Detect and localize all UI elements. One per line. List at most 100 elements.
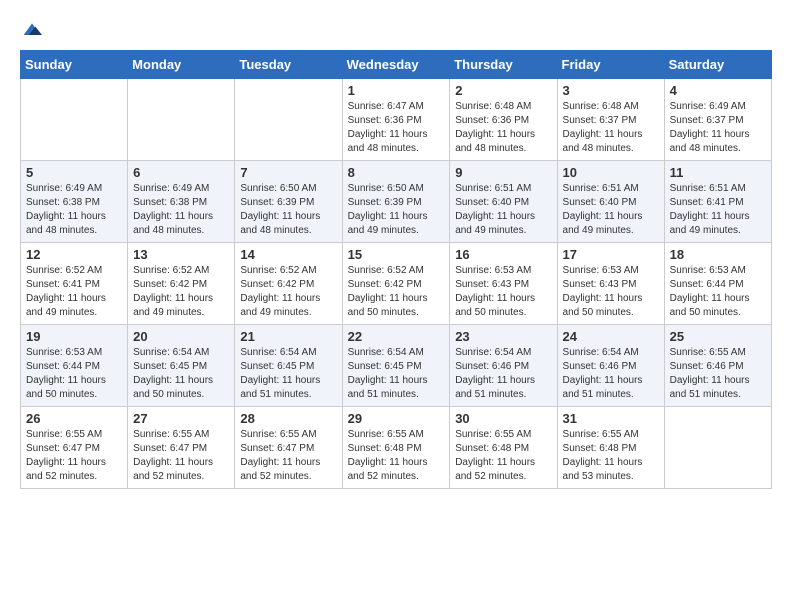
calendar-cell: 31 Sunrise: 6:55 AM Sunset: 6:48 PM Dayli… (557, 407, 664, 489)
calendar-cell: 5Sunrise: 6:49 AM Sunset: 6:38 PM Daylig… (21, 161, 128, 243)
calendar-cell: 25 Sunrise: 6:55 AM Sunset: 6:46 PM Dayli… (664, 325, 771, 407)
day-info: Sunrise: 6:55 AM Sunset: 6:47 PM Dayligh… (133, 428, 229, 484)
day-number: 16 (455, 247, 551, 262)
day-header-monday: Monday (128, 51, 235, 79)
day-number: 17 (563, 247, 659, 262)
calendar-cell: 16 Sunrise: 6:53 AM Sunset: 6:43 PM Dayli… (450, 243, 557, 325)
day-number: 14 (240, 247, 336, 262)
day-number: 19 (26, 329, 122, 344)
calendar-cell: 15 Sunrise: 6:52 AM Sunset: 6:42 PM Dayli… (342, 243, 450, 325)
day-info: Sunrise: 6:55 AM Sunset: 6:48 PM Dayligh… (348, 428, 445, 484)
day-number: 20 (133, 329, 229, 344)
calendar-cell: 10Sunrise: 6:51 AM Sunset: 6:40 PM Dayli… (557, 161, 664, 243)
day-number: 31 (563, 411, 659, 426)
day-info: Sunrise: 6:54 AM Sunset: 6:45 PM Dayligh… (348, 346, 445, 402)
day-number: 11 (670, 165, 766, 180)
day-number: 6 (133, 165, 229, 180)
day-info: Sunrise: 6:55 AM Sunset: 6:47 PM Dayligh… (240, 428, 336, 484)
calendar-cell: 26 Sunrise: 6:55 AM Sunset: 6:47 PM Dayli… (21, 407, 128, 489)
day-info: Sunrise: 6:51 AM Sunset: 6:41 PM Dayligh… (670, 182, 766, 238)
day-info: Sunrise: 6:53 AM Sunset: 6:44 PM Dayligh… (26, 346, 122, 402)
week-row-4: 19 Sunrise: 6:53 AM Sunset: 6:44 PM Dayli… (21, 325, 772, 407)
calendar-cell: 29 Sunrise: 6:55 AM Sunset: 6:48 PM Dayli… (342, 407, 450, 489)
logo (20, 20, 42, 40)
day-info: Sunrise: 6:49 AM Sunset: 6:38 PM Dayligh… (26, 182, 122, 238)
page-header (20, 20, 772, 40)
calendar-cell: 14Sunrise: 6:52 AM Sunset: 6:42 PM Dayli… (235, 243, 342, 325)
calendar-cell: 22 Sunrise: 6:54 AM Sunset: 6:45 PM Dayli… (342, 325, 450, 407)
logo-icon (22, 20, 42, 40)
day-info: Sunrise: 6:53 AM Sunset: 6:43 PM Dayligh… (563, 264, 659, 320)
calendar-table: SundayMondayTuesdayWednesdayThursdayFrid… (20, 50, 772, 489)
day-number: 28 (240, 411, 336, 426)
day-info: Sunrise: 6:53 AM Sunset: 6:44 PM Dayligh… (670, 264, 766, 320)
day-info: Sunrise: 6:51 AM Sunset: 6:40 PM Dayligh… (455, 182, 551, 238)
calendar-cell: 8 Sunrise: 6:50 AM Sunset: 6:39 PM Daylig… (342, 161, 450, 243)
calendar-cell: 1 Sunrise: 6:47 AM Sunset: 6:36 PM Daylig… (342, 79, 450, 161)
day-number: 29 (348, 411, 445, 426)
calendar-cell: 19 Sunrise: 6:53 AM Sunset: 6:44 PM Dayli… (21, 325, 128, 407)
calendar-cell: 6 Sunrise: 6:49 AM Sunset: 6:38 PM Daylig… (128, 161, 235, 243)
day-number: 2 (455, 83, 551, 98)
day-info: Sunrise: 6:47 AM Sunset: 6:36 PM Dayligh… (348, 100, 445, 156)
calendar-cell: 17 Sunrise: 6:53 AM Sunset: 6:43 PM Dayli… (557, 243, 664, 325)
calendar-cell: 30Sunrise: 6:55 AM Sunset: 6:48 PM Dayli… (450, 407, 557, 489)
calendar-cell: 3Sunrise: 6:48 AM Sunset: 6:37 PM Daylig… (557, 79, 664, 161)
day-header-sunday: Sunday (21, 51, 128, 79)
day-number: 18 (670, 247, 766, 262)
day-number: 26 (26, 411, 122, 426)
day-info: Sunrise: 6:54 AM Sunset: 6:45 PM Dayligh… (133, 346, 229, 402)
day-number: 25 (670, 329, 766, 344)
day-number: 7 (240, 165, 336, 180)
day-info: Sunrise: 6:53 AM Sunset: 6:43 PM Dayligh… (455, 264, 551, 320)
day-number: 15 (348, 247, 445, 262)
calendar-cell: 11 Sunrise: 6:51 AM Sunset: 6:41 PM Dayli… (664, 161, 771, 243)
day-number: 21 (240, 329, 336, 344)
calendar-cell: 12Sunrise: 6:52 AM Sunset: 6:41 PM Dayli… (21, 243, 128, 325)
calendar-cell: 23Sunrise: 6:54 AM Sunset: 6:46 PM Dayli… (450, 325, 557, 407)
day-info: Sunrise: 6:55 AM Sunset: 6:47 PM Dayligh… (26, 428, 122, 484)
day-info: Sunrise: 6:54 AM Sunset: 6:45 PM Dayligh… (240, 346, 336, 402)
day-info: Sunrise: 6:51 AM Sunset: 6:40 PM Dayligh… (563, 182, 659, 238)
calendar-header-row: SundayMondayTuesdayWednesdayThursdayFrid… (21, 51, 772, 79)
day-header-thursday: Thursday (450, 51, 557, 79)
day-number: 22 (348, 329, 445, 344)
day-info: Sunrise: 6:55 AM Sunset: 6:46 PM Dayligh… (670, 346, 766, 402)
day-number: 8 (348, 165, 445, 180)
day-header-friday: Friday (557, 51, 664, 79)
calendar-cell (128, 79, 235, 161)
week-row-1: 1 Sunrise: 6:47 AM Sunset: 6:36 PM Daylig… (21, 79, 772, 161)
week-row-5: 26 Sunrise: 6:55 AM Sunset: 6:47 PM Dayli… (21, 407, 772, 489)
day-header-wednesday: Wednesday (342, 51, 450, 79)
day-number: 24 (563, 329, 659, 344)
day-info: Sunrise: 6:54 AM Sunset: 6:46 PM Dayligh… (563, 346, 659, 402)
calendar-cell: 7Sunrise: 6:50 AM Sunset: 6:39 PM Daylig… (235, 161, 342, 243)
day-info: Sunrise: 6:52 AM Sunset: 6:41 PM Dayligh… (26, 264, 122, 320)
day-info: Sunrise: 6:49 AM Sunset: 6:37 PM Dayligh… (670, 100, 766, 156)
day-info: Sunrise: 6:48 AM Sunset: 6:36 PM Dayligh… (455, 100, 551, 156)
day-number: 13 (133, 247, 229, 262)
calendar-cell: 9 Sunrise: 6:51 AM Sunset: 6:40 PM Daylig… (450, 161, 557, 243)
week-row-2: 5Sunrise: 6:49 AM Sunset: 6:38 PM Daylig… (21, 161, 772, 243)
week-row-3: 12Sunrise: 6:52 AM Sunset: 6:41 PM Dayli… (21, 243, 772, 325)
calendar-cell: 2 Sunrise: 6:48 AM Sunset: 6:36 PM Daylig… (450, 79, 557, 161)
day-number: 9 (455, 165, 551, 180)
day-info: Sunrise: 6:50 AM Sunset: 6:39 PM Dayligh… (348, 182, 445, 238)
day-info: Sunrise: 6:52 AM Sunset: 6:42 PM Dayligh… (348, 264, 445, 320)
day-number: 1 (348, 83, 445, 98)
calendar-cell: 18 Sunrise: 6:53 AM Sunset: 6:44 PM Dayli… (664, 243, 771, 325)
calendar-cell (664, 407, 771, 489)
day-number: 27 (133, 411, 229, 426)
day-number: 3 (563, 83, 659, 98)
calendar-cell: 4Sunrise: 6:49 AM Sunset: 6:37 PM Daylig… (664, 79, 771, 161)
day-info: Sunrise: 6:55 AM Sunset: 6:48 PM Dayligh… (563, 428, 659, 484)
day-info: Sunrise: 6:52 AM Sunset: 6:42 PM Dayligh… (133, 264, 229, 320)
day-header-saturday: Saturday (664, 51, 771, 79)
calendar-cell (21, 79, 128, 161)
day-header-tuesday: Tuesday (235, 51, 342, 79)
calendar-cell (235, 79, 342, 161)
day-info: Sunrise: 6:55 AM Sunset: 6:48 PM Dayligh… (455, 428, 551, 484)
calendar-cell: 21 Sunrise: 6:54 AM Sunset: 6:45 PM Dayli… (235, 325, 342, 407)
day-info: Sunrise: 6:49 AM Sunset: 6:38 PM Dayligh… (133, 182, 229, 238)
calendar-cell: 24 Sunrise: 6:54 AM Sunset: 6:46 PM Dayli… (557, 325, 664, 407)
